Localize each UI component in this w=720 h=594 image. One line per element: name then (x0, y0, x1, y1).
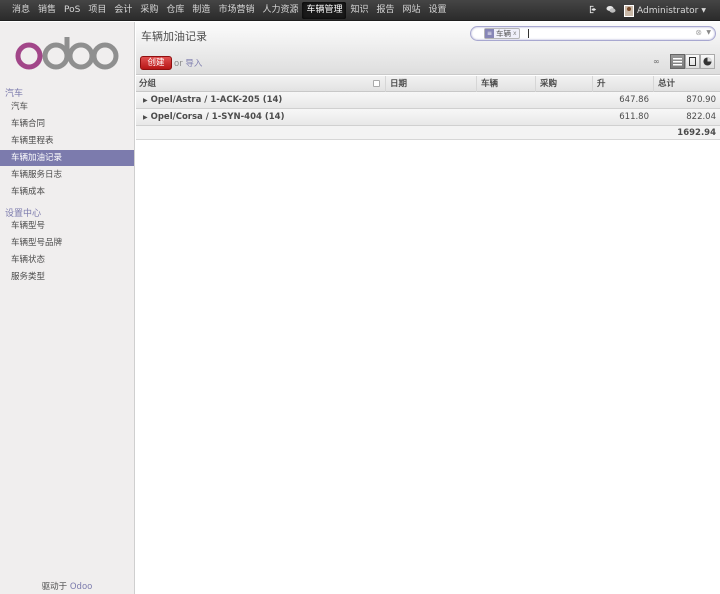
menu-reporting[interactable]: 报告 (373, 2, 399, 19)
or-import: or 导入 (174, 57, 202, 69)
search-clear-icon[interactable]: ⊗ (695, 28, 702, 37)
group-total: 822.04 (686, 112, 716, 122)
menu-knowledge[interactable]: 知识 (346, 2, 372, 19)
menu-hr[interactable]: 人力资源 (258, 2, 302, 19)
chat-icon[interactable] (606, 5, 616, 17)
group-total: 870.90 (686, 95, 716, 105)
create-button[interactable]: 创建 (140, 56, 172, 70)
sidebar-item-odometer[interactable]: 车辆里程表 (0, 133, 134, 149)
group-by-icon: ≡ (485, 29, 494, 38)
menu-warehouse[interactable]: 仓库 (162, 2, 188, 19)
powered-by-prefix: 驱动于 (41, 582, 68, 592)
caret-right-icon: ▶ (143, 97, 148, 104)
avatar (624, 4, 635, 17)
sidebar-item-costs[interactable]: 车辆成本 (0, 184, 134, 200)
import-link[interactable]: 导入 (185, 59, 202, 69)
group-row[interactable]: ▶ Opel/Astra / 1-ACK-205 (14) 647.86 870.… (136, 92, 720, 109)
caret-right-icon: ▶ (143, 114, 148, 121)
menu-project[interactable]: 项目 (84, 2, 110, 19)
group-liters: 611.80 (619, 112, 649, 122)
menu-accounting[interactable]: 会计 (110, 2, 136, 19)
sidebar-item-service-types[interactable]: 服务类型 (0, 269, 134, 285)
form-view-icon[interactable] (685, 54, 700, 69)
sidebar-item-vehicle-status[interactable]: 车辆状态 (0, 252, 134, 268)
powered-by-link[interactable]: Odoo (70, 582, 93, 592)
sidebar-item-contracts[interactable]: 车辆合同 (0, 116, 134, 132)
powered-by: 驱动于 Odoo (0, 580, 134, 592)
app-menu: 消息 销售 PoS 项目 会计 采购 仓库 制造 市场营销 人力资源 车辆管理 … (8, 0, 451, 21)
top-menu-bar: 消息 销售 PoS 项目 会计 采购 仓库 制造 市场营销 人力资源 车辆管理 … (0, 0, 720, 21)
odoo-logo[interactable] (15, 36, 119, 72)
group-name: Opel/Corsa / 1-SYN-404 (14) (150, 112, 285, 122)
menu-website[interactable]: 网站 (399, 2, 425, 19)
group-row[interactable]: ▶ Opel/Corsa / 1-SYN-404 (14) 611.80 822.… (136, 109, 720, 126)
search-facet[interactable]: ≡ 车辆 x (484, 28, 520, 39)
column-header-purchaser[interactable]: 采购 (535, 76, 592, 92)
user-menu[interactable]: Administrator ▼ (624, 4, 706, 17)
menu-fleet[interactable]: 车辆管理 (302, 2, 347, 19)
column-header-vehicle[interactable]: 车辆 (476, 76, 535, 92)
sidebar-item-vehicles[interactable]: 汽车 (0, 99, 134, 115)
search-input[interactable] (528, 29, 529, 38)
column-header-liters[interactable]: 升 (592, 76, 653, 92)
group-liters: 647.86 (619, 95, 649, 105)
menu-marketing[interactable]: 市场营销 (214, 2, 258, 19)
menu-messages[interactable]: 消息 (8, 2, 34, 19)
select-all-checkbox[interactable] (373, 80, 380, 87)
list-view-icon[interactable] (670, 54, 685, 69)
search-options-chevron-icon[interactable]: ▼ (706, 29, 711, 36)
sidebar-item-fuel-logs[interactable]: 车辆加油记录 (0, 150, 134, 166)
sidebar-item-service-logs[interactable]: 车辆服务日志 (0, 167, 134, 183)
grand-total: 1692.94 (677, 128, 716, 138)
user-name: Administrator (637, 5, 699, 16)
facet-remove-icon[interactable]: x (513, 30, 519, 37)
page-title: 车辆加油记录 (141, 30, 207, 43)
main-content: 车辆加油记录 ≡ 车辆 x ⊗ ▼ 创建 or 导入 ∞ 分组 日期 车辆 采购… (136, 22, 720, 594)
column-header-date[interactable]: 日期 (385, 76, 476, 92)
chevron-down-icon: ▼ (701, 7, 706, 14)
pager-value[interactable]: ∞ (653, 57, 660, 66)
menu-settings[interactable]: 设置 (425, 2, 451, 19)
logout-icon[interactable] (589, 5, 598, 17)
menu-purchase[interactable]: 采购 (136, 2, 162, 19)
facet-value: 车辆 (496, 29, 511, 38)
search-bar[interactable]: ≡ 车辆 x ⊗ ▼ (470, 26, 716, 41)
section-title-vehicles: 汽车 (5, 89, 24, 99)
graph-view-icon[interactable] (700, 54, 715, 69)
view-header: 车辆加油记录 ≡ 车辆 x ⊗ ▼ 创建 or 导入 ∞ (136, 22, 720, 75)
menu-pos[interactable]: PoS (60, 2, 84, 19)
group-label: ▶ Opel/Astra / 1-ACK-205 (14) (143, 92, 282, 109)
sidebar-item-model-brands[interactable]: 车辆型号品牌 (0, 235, 134, 251)
menu-manufacturing[interactable]: 制造 (188, 2, 214, 19)
table-footer: 1692.94 (136, 126, 720, 140)
or-label: or (174, 59, 183, 69)
menu-sales[interactable]: 销售 (34, 2, 60, 19)
sidebar: 汽车 汽车 车辆合同 车辆里程表 车辆加油记录 车辆服务日志 车辆成本 设置中心… (0, 22, 135, 594)
column-header-group: 分组 (139, 79, 157, 89)
view-switcher (670, 54, 715, 69)
column-header-total[interactable]: 总计 (653, 76, 720, 92)
sidebar-item-models[interactable]: 车辆型号 (0, 218, 134, 234)
systray: Administrator ▼ (589, 0, 706, 21)
group-label: ▶ Opel/Corsa / 1-SYN-404 (14) (143, 109, 284, 126)
table-header: 分组 日期 车辆 采购 升 总计 (136, 76, 720, 92)
group-name: Opel/Astra / 1-ACK-205 (14) (150, 95, 283, 105)
